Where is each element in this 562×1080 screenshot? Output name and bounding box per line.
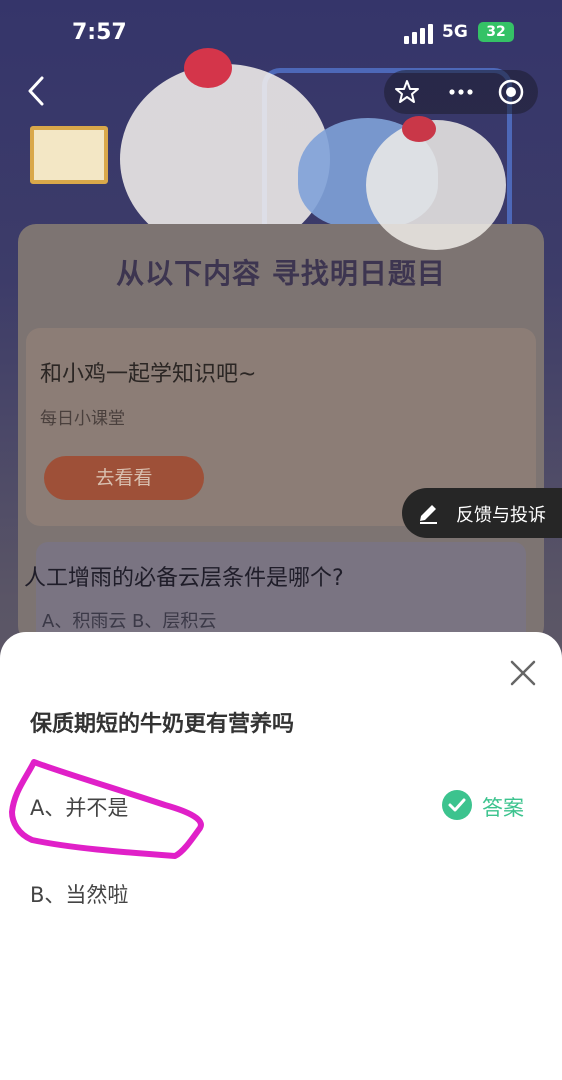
more-button[interactable] <box>446 77 476 107</box>
star-add-icon <box>395 80 419 103</box>
sheet-question: 保质期短的牛奶更有营养吗 <box>30 712 295 737</box>
mini-chicken-comb <box>402 116 436 142</box>
mini-program-close-button[interactable] <box>496 77 526 107</box>
mini-chicken-illustration <box>366 120 506 250</box>
more-dots-icon <box>449 89 473 95</box>
option-b[interactable]: B、当然啦 <box>30 879 128 909</box>
status-bar: 7:57 5G 32 <box>0 0 562 66</box>
answer-sheet <box>0 632 562 1080</box>
answer-label: 答案 <box>482 796 524 820</box>
network-type: 5G <box>442 22 468 42</box>
preview-options: A、积雨云 B、层积云 <box>42 611 217 632</box>
go-see-button[interactable]: 去看看 <box>44 456 204 500</box>
feedback-label: 反馈与投诉 <box>456 505 546 526</box>
target-circle-icon <box>498 79 524 105</box>
learn-subtitle: 每日小课堂 <box>40 409 125 429</box>
close-x-icon <box>510 660 536 686</box>
chevron-left-icon <box>28 76 44 106</box>
card-title: 从以下内容 寻找明日题目 <box>116 257 446 290</box>
signal-icon <box>404 24 434 44</box>
learn-title: 和小鸡一起学知识吧~ <box>40 362 257 387</box>
favorite-button[interactable] <box>392 77 422 107</box>
back-button[interactable] <box>22 74 54 108</box>
close-button[interactable] <box>506 656 540 690</box>
edit-pen-icon <box>420 505 437 524</box>
preview-question: 人工增雨的必备云层条件是哪个? <box>24 566 344 591</box>
option-a[interactable]: A、并不是 <box>30 792 128 822</box>
battery-icon: 32 <box>478 22 514 42</box>
status-time: 7:57 <box>72 20 127 45</box>
chicken-comb-illustration <box>184 48 232 88</box>
mini-program-capsule <box>384 70 538 114</box>
medal-frame-illustration <box>30 126 108 184</box>
check-circle-icon <box>442 790 472 820</box>
feedback-button[interactable]: 反馈与投诉 <box>402 488 562 538</box>
